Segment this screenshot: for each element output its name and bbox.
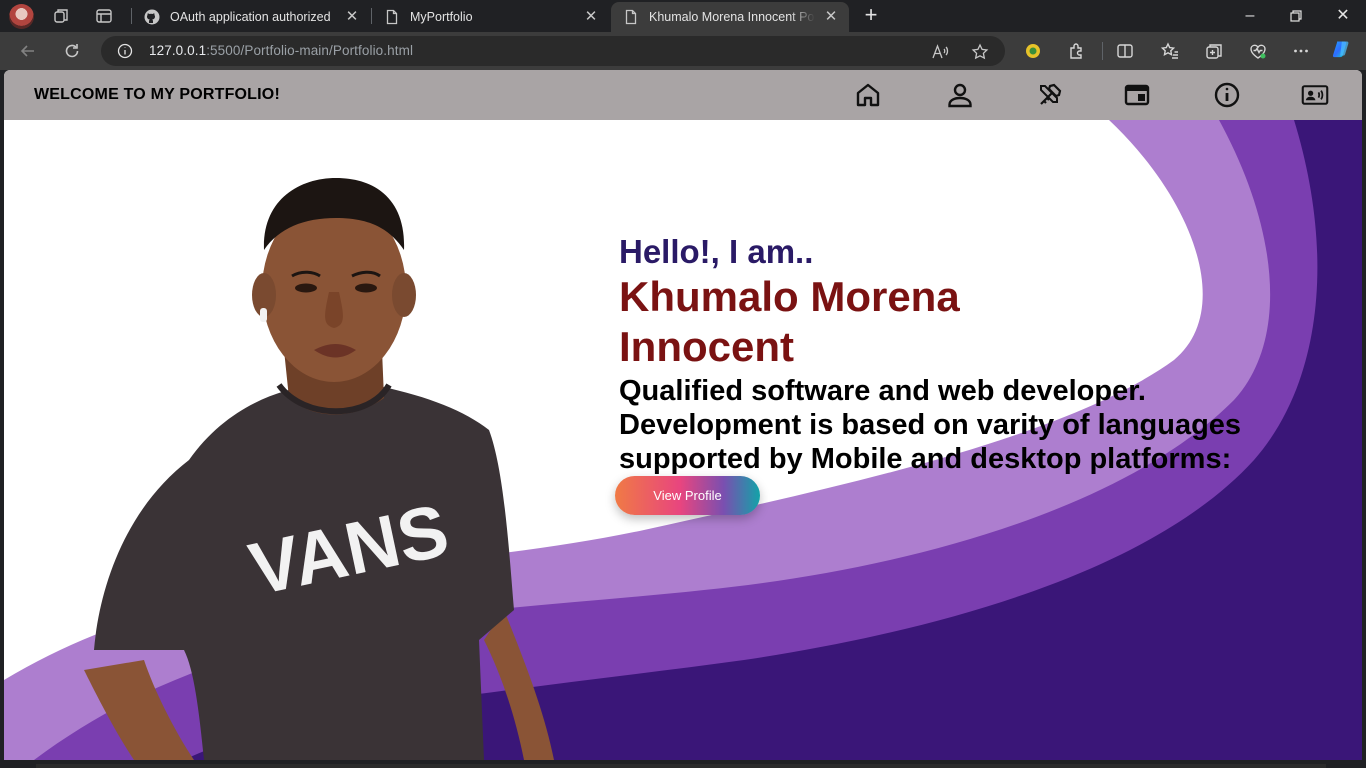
contact-card-icon[interactable] (1301, 81, 1333, 109)
back-arrow-icon[interactable] (18, 41, 38, 61)
browser-toolbar: 127.0.0.1:5500/Portfolio-main/Portfolio.… (0, 32, 1366, 70)
page-icon (384, 9, 400, 25)
browser-window-icon[interactable] (1123, 81, 1151, 109)
tab-title: MyPortfolio (410, 10, 473, 24)
greeting-text: Hello!, I am.. (619, 233, 814, 270)
extensions-icon[interactable] (1067, 41, 1087, 61)
settings-more-icon[interactable] (1291, 41, 1311, 61)
horizontal-scrollbar[interactable] (36, 764, 1326, 768)
collections-icon[interactable] (1204, 41, 1224, 61)
site-info-icon[interactable] (117, 43, 133, 59)
tagline-text: Qualified software and web developer. De… (619, 375, 1242, 475)
minimize-button[interactable]: – (1240, 6, 1260, 26)
tab-portfolio-active[interactable]: Khumalo Morena Innocent Portfolio ✕ (611, 2, 849, 32)
refresh-icon[interactable] (62, 41, 82, 61)
browser-tab-bar: OAuth application authorized ✕ MyPortfol… (0, 0, 1366, 32)
browser-essentials-icon[interactable] (1248, 41, 1268, 61)
profile-photo: VANS (84, 178, 554, 760)
site-header: WELCOME TO MY PORTFOLIO! (4, 70, 1362, 120)
close-icon[interactable]: ✕ (344, 9, 360, 25)
workspaces-icon[interactable] (52, 6, 72, 26)
url-text: 127.0.0.1:5500/Portfolio-main/Portfolio.… (149, 43, 414, 58)
home-icon[interactable] (854, 81, 882, 109)
favorite-star-icon[interactable] (971, 43, 989, 61)
tools-icon[interactable] (1036, 81, 1064, 109)
close-window-button[interactable]: ✕ (1333, 6, 1353, 26)
profile-avatar[interactable] (9, 4, 34, 29)
favorites-icon[interactable] (1160, 41, 1180, 61)
close-icon[interactable]: ✕ (583, 9, 599, 25)
toolbar-separator (1102, 42, 1103, 60)
tab-title: Khumalo Morena Innocent Portfolio (649, 10, 815, 24)
tab-title: OAuth application authorized (170, 10, 331, 24)
extension-badge-icon[interactable] (1023, 41, 1043, 61)
tab-actions-icon[interactable] (94, 6, 114, 26)
address-bar[interactable]: 127.0.0.1:5500/Portfolio-main/Portfolio.… (101, 36, 1005, 66)
read-aloud-icon[interactable] (931, 43, 949, 61)
page-icon (623, 9, 639, 25)
close-icon[interactable]: ✕ (823, 9, 839, 25)
info-icon[interactable] (1213, 81, 1241, 109)
tab-oauth[interactable]: OAuth application authorized ✕ (132, 2, 370, 32)
user-icon[interactable] (946, 81, 974, 109)
view-profile-button[interactable]: View Profile (615, 476, 760, 515)
new-tab-button[interactable]: + (860, 4, 882, 27)
page-viewport: WELCOME TO MY PORTFOLIO! Hello!, I am.. … (4, 70, 1362, 760)
github-icon (144, 9, 160, 25)
hero-text-block: Hello!, I am.. Khumalo Morena Innocent Q… (619, 232, 1299, 476)
site-title: WELCOME TO MY PORTFOLIO! (34, 86, 280, 103)
owner-name: Khumalo Morena Innocent (619, 273, 960, 370)
copilot-icon[interactable] (1331, 39, 1355, 63)
tab-myportfolio[interactable]: MyPortfolio ✕ (372, 2, 609, 32)
split-screen-icon[interactable] (1115, 41, 1135, 61)
restore-button[interactable] (1286, 6, 1306, 26)
